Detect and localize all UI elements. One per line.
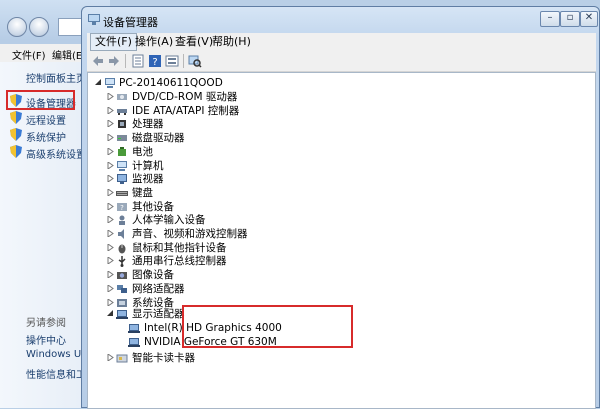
close-button[interactable]: ✕ xyxy=(580,11,598,27)
other-devices-icon: ? xyxy=(117,202,127,212)
hid-icon xyxy=(119,215,125,226)
category-label: 声音、视频和游戏控制器 xyxy=(132,228,248,240)
back-button[interactable] xyxy=(7,17,27,37)
smart-card-icon xyxy=(116,354,128,363)
expand-arrow-icon[interactable] xyxy=(107,243,114,251)
properties-icon[interactable] xyxy=(131,54,145,68)
category-label: 通用串行总线控制器 xyxy=(132,255,227,268)
expand-arrow-icon[interactable] xyxy=(107,106,114,114)
back-arrow-icon[interactable] xyxy=(91,54,105,68)
action-center-link[interactable]: 操作中心 xyxy=(26,332,66,347)
device-manager-window: 设备管理器 – ▫ ✕ 文件(F) 操作(A) 查看(V) 帮助(H) ? PC… xyxy=(81,6,600,409)
expand-arrow-icon[interactable] xyxy=(107,134,114,142)
performance-info-link[interactable]: 性能信息和工 xyxy=(26,366,86,381)
processor-icon xyxy=(118,120,126,129)
category-label: 电池 xyxy=(132,145,153,158)
highlight-box xyxy=(182,305,353,348)
expand-arrow-icon[interactable] xyxy=(107,147,114,155)
category-label: DVD/CD-ROM 驱动器 xyxy=(132,91,238,103)
menu-file[interactable]: 文件(F) xyxy=(12,47,46,62)
expand-arrow-icon[interactable] xyxy=(107,284,114,292)
category-label: 网络适配器 xyxy=(132,282,185,295)
camera-icon xyxy=(117,272,127,280)
category-label: 磁盘驱动器 xyxy=(132,132,185,145)
category-label: 鼠标和其他指针设备 xyxy=(132,241,227,254)
expand-arrow-icon[interactable] xyxy=(107,257,114,265)
keyboard-icon xyxy=(116,190,128,196)
computer-icon xyxy=(105,78,115,88)
svg-text:?: ? xyxy=(152,57,157,68)
battery-icon xyxy=(118,146,126,156)
sound-icon xyxy=(118,229,124,239)
toolbar-separator xyxy=(183,54,184,68)
expand-arrow-icon[interactable] xyxy=(107,230,114,237)
computer-name: PC-20140611QOOD xyxy=(119,77,223,89)
mouse-icon xyxy=(118,244,126,254)
device-manager-icon xyxy=(88,14,100,25)
collapse-arrow-icon[interactable] xyxy=(107,310,114,317)
scan-hardware-icon[interactable] xyxy=(188,54,202,68)
see-also-heading: 另请参阅 xyxy=(26,318,66,329)
forward-arrow-icon[interactable] xyxy=(107,54,121,68)
disk-drive-icon xyxy=(117,135,127,142)
category-label: 处理器 xyxy=(132,118,164,131)
advanced-system-settings-link[interactable]: 高级系统设置 xyxy=(26,146,86,161)
shield-icon xyxy=(10,128,22,141)
display-adapter-icon xyxy=(116,310,128,319)
expand-arrow-icon[interactable] xyxy=(107,175,114,183)
category-label: 图像设备 xyxy=(132,269,174,282)
help-icon[interactable]: ? xyxy=(148,54,162,68)
category-label: IDE ATA/ATAPI 控制器 xyxy=(132,104,240,117)
shield-icon xyxy=(10,145,22,158)
expand-arrow-icon[interactable] xyxy=(107,120,114,128)
expand-arrow-icon[interactable] xyxy=(107,188,114,196)
control-panel-home-link[interactable]: 控制面板主页 xyxy=(26,70,86,85)
svg-text:?: ? xyxy=(120,204,124,212)
window-title: 设备管理器 xyxy=(103,16,158,29)
ide-controller-icon xyxy=(117,108,127,115)
display-adapter-icon xyxy=(128,338,140,347)
category-label: 计算机 xyxy=(132,159,164,172)
expand-arrow-icon[interactable] xyxy=(107,271,114,279)
expand-arrow-icon[interactable] xyxy=(107,161,114,169)
category-label: 监视器 xyxy=(132,173,164,186)
minimize-button[interactable]: – xyxy=(540,11,560,27)
display-adapter-icon xyxy=(128,324,140,333)
category-label: 人体学输入设备 xyxy=(132,214,206,227)
menu-edit[interactable]: 编辑(E xyxy=(52,47,82,62)
toolbar-separator xyxy=(125,54,126,68)
usb-icon xyxy=(118,256,126,268)
maximize-button[interactable]: ▫ xyxy=(560,11,580,27)
expand-arrow-icon[interactable] xyxy=(107,202,114,210)
system-devices-icon xyxy=(117,298,127,307)
menu-help[interactable]: 帮助(H) xyxy=(207,33,256,51)
shield-icon xyxy=(10,111,22,124)
collapse-arrow-icon[interactable] xyxy=(95,79,102,86)
forward-button[interactable] xyxy=(29,17,49,37)
expand-arrow-icon[interactable] xyxy=(107,354,114,361)
remote-settings-link[interactable]: 远程设置 xyxy=(26,112,66,127)
network-icon xyxy=(117,284,127,293)
expand-arrow-icon[interactable] xyxy=(107,93,114,100)
expand-arrow-icon[interactable] xyxy=(107,216,114,224)
toolbar: ? xyxy=(87,51,596,72)
menu-bar: 文件(F) 操作(A) 查看(V) 帮助(H) xyxy=(87,33,596,51)
highlight-box xyxy=(6,90,75,110)
monitor-icon xyxy=(117,174,127,185)
system-protection-link[interactable]: 系统保护 xyxy=(26,129,66,144)
computer-icon xyxy=(117,160,127,171)
disc-drive-icon xyxy=(117,94,127,100)
device-view-icon[interactable] xyxy=(165,54,179,68)
category-label: 智能卡读卡器 xyxy=(132,352,195,364)
category-label: 其他设备 xyxy=(132,200,174,213)
category-label: 显示适配器 xyxy=(132,308,185,320)
category-label: 键盘 xyxy=(132,186,153,199)
device-tree: PC-20140611QOOD DVD/CD-ROM 驱动器 IDE ATA/AT… xyxy=(87,72,596,409)
expand-arrow-icon[interactable] xyxy=(107,298,114,306)
